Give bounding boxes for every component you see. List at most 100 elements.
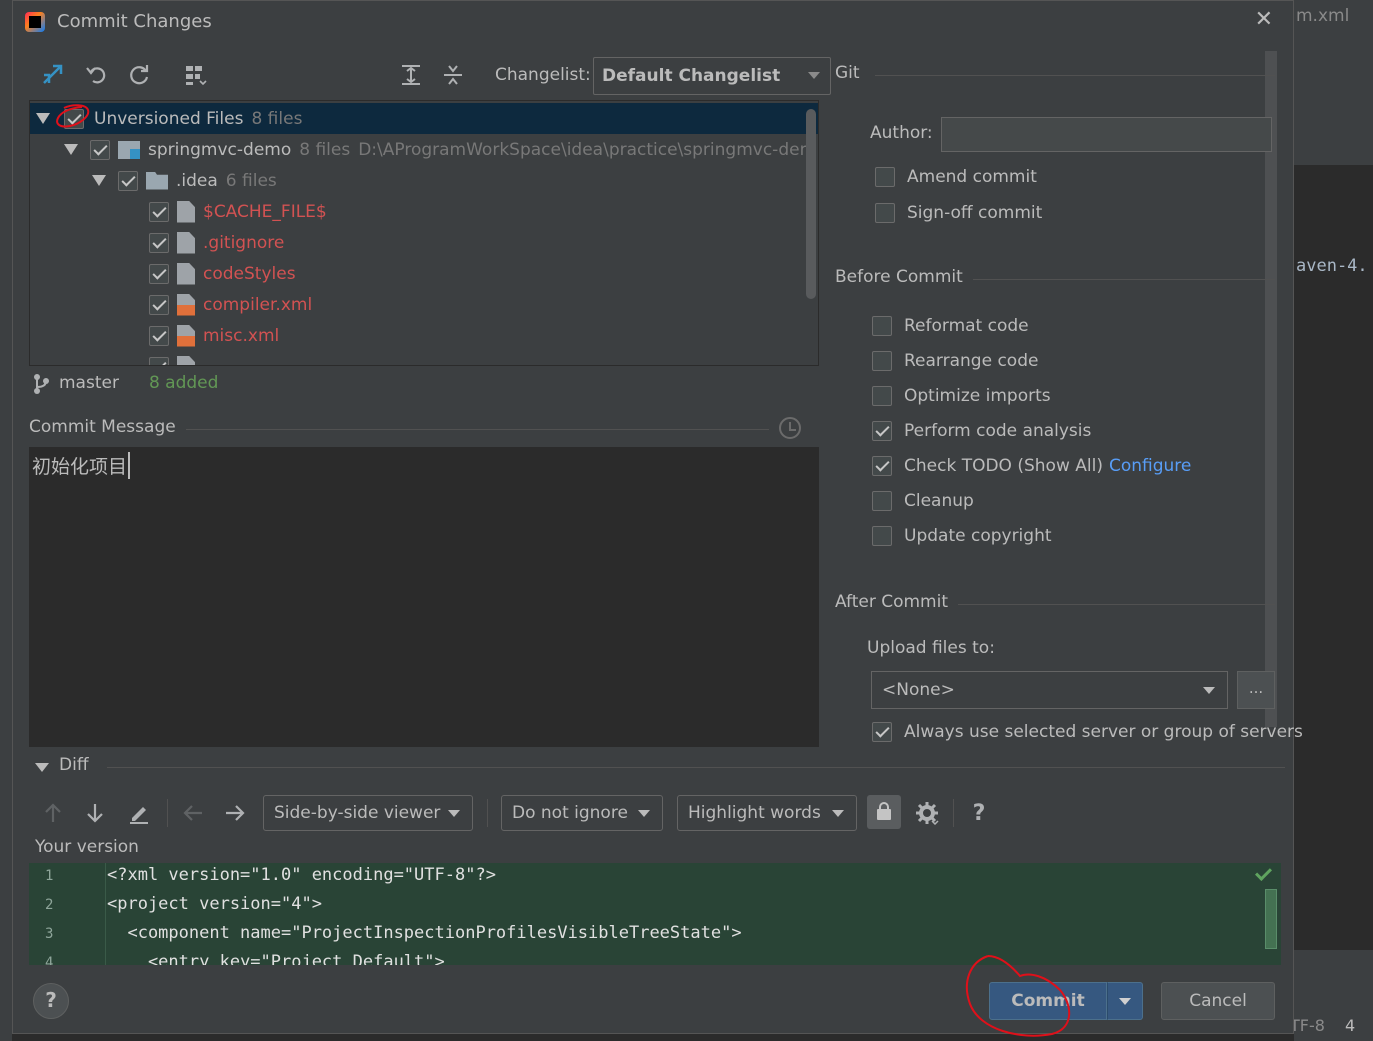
branch-icon: [33, 373, 49, 394]
tree-row-file-partial[interactable]: [30, 351, 818, 365]
amend-commit-option[interactable]: Amend commit: [875, 167, 1037, 187]
background-status-indent[interactable]: 4 sp: [1345, 1016, 1373, 1041]
amend-commit-label: Amend commit: [907, 167, 1037, 187]
update-copyright-checkbox[interactable]: [872, 526, 892, 546]
expand-all-icon[interactable]: [397, 61, 425, 89]
optimize-imports-checkbox[interactable]: [872, 386, 892, 406]
reformat-code-checkbox[interactable]: [872, 316, 892, 336]
help-button[interactable]: ?: [33, 983, 69, 1019]
file-checkbox[interactable]: [149, 263, 169, 284]
change-marker[interactable]: [1265, 889, 1277, 949]
cleanup-option[interactable]: Cleanup: [872, 491, 974, 511]
expand-triangle-icon[interactable]: [36, 113, 50, 124]
gear-icon[interactable]: [913, 799, 941, 827]
chevron-down-icon: [638, 810, 650, 817]
always-use-server-checkbox[interactable]: [872, 722, 892, 742]
diff-label: Diff: [59, 755, 89, 775]
background-editor-tab[interactable]: m.xml: [1296, 6, 1349, 26]
rearrange-code-option[interactable]: Rearrange code: [872, 351, 1038, 371]
file-checkbox[interactable]: [149, 294, 169, 315]
reformat-code-option[interactable]: Reformat code: [872, 316, 1029, 336]
changelist-dropdown[interactable]: Default Changelist: [593, 57, 831, 95]
edit-source-icon[interactable]: [125, 799, 153, 827]
code-line: <entry key="Project Default">: [107, 952, 445, 965]
signoff-commit-checkbox[interactable]: [875, 203, 895, 223]
previous-difference-icon[interactable]: [39, 799, 67, 827]
expand-triangle-icon[interactable]: [92, 175, 106, 186]
viewer-mode-value: Side-by-side viewer: [274, 803, 441, 823]
tree-file-label: compiler.xml: [203, 294, 313, 315]
history-clock-icon[interactable]: [779, 417, 801, 439]
separator: [875, 75, 1275, 76]
collapse-triangle-icon[interactable]: [35, 763, 49, 772]
close-icon[interactable]: ✕: [1255, 7, 1273, 32]
back-arrow-icon[interactable]: [179, 799, 207, 827]
next-difference-icon[interactable]: [81, 799, 109, 827]
file-checkbox[interactable]: [149, 325, 169, 346]
chevron-down-icon: [808, 72, 820, 79]
cleanup-label: Cleanup: [904, 491, 974, 511]
commit-options-dropdown[interactable]: [1107, 982, 1143, 1020]
optimize-imports-label: Optimize imports: [904, 386, 1051, 406]
code-analysis-checkbox[interactable]: [872, 421, 892, 441]
viewer-mode-dropdown[interactable]: Side-by-side viewer: [263, 795, 473, 831]
update-copyright-option[interactable]: Update copyright: [872, 526, 1052, 546]
unversioned-checkbox[interactable]: [64, 108, 84, 129]
file-checkbox[interactable]: [149, 201, 169, 222]
configure-todo-link[interactable]: Configure: [1109, 456, 1191, 476]
code-analysis-option[interactable]: Perform code analysis: [872, 421, 1091, 441]
highlight-mode-dropdown[interactable]: Highlight words: [677, 795, 857, 831]
commit-message-text[interactable]: 初始化项目: [32, 452, 131, 479]
tree-row-file[interactable]: $CACHE_FILE$: [30, 196, 818, 227]
group-by-icon[interactable]: [181, 61, 209, 89]
commit-button[interactable]: Commit: [989, 982, 1107, 1020]
signoff-commit-option[interactable]: Sign-off commit: [875, 203, 1042, 223]
ignore-whitespace-dropdown[interactable]: Do not ignore: [501, 795, 663, 831]
your-version-label: Your version: [35, 837, 139, 857]
file-checkbox[interactable]: [149, 356, 169, 365]
code-line: <component name="ProjectInspectionProfil…: [107, 923, 742, 943]
check-todo-option[interactable]: Check TODO (Show All) Configure: [872, 456, 1191, 476]
cancel-button[interactable]: Cancel: [1161, 982, 1275, 1020]
background-status-encoding[interactable]: TF-8: [1290, 1016, 1325, 1035]
optimize-imports-option[interactable]: Optimize imports: [872, 386, 1051, 406]
tree-row-idea[interactable]: .idea 6 files: [30, 165, 818, 196]
diff-help-icon[interactable]: ?: [965, 799, 993, 827]
tree-scrollbar[interactable]: [806, 109, 816, 299]
tree-row-file[interactable]: misc.xml: [30, 320, 818, 351]
code-analysis-label: Perform code analysis: [904, 421, 1092, 441]
file-checkbox[interactable]: [149, 232, 169, 253]
tree-row-file[interactable]: codeStyles: [30, 258, 818, 289]
upload-server-dropdown[interactable]: <None>: [871, 671, 1228, 709]
lock-scrolling-button[interactable]: [867, 795, 901, 829]
refresh-icon[interactable]: [125, 61, 153, 89]
expand-triangle-icon[interactable]: [64, 144, 78, 155]
idea-checkbox[interactable]: [118, 170, 138, 191]
xml-file-icon: [177, 355, 195, 365]
browse-servers-button[interactable]: ...: [1237, 671, 1275, 709]
forward-arrow-icon[interactable]: [221, 799, 249, 827]
module-checkbox[interactable]: [90, 139, 110, 160]
amend-commit-checkbox[interactable]: [875, 167, 895, 187]
changes-tree: Unversioned Files 8 files springmvc-demo…: [29, 100, 819, 366]
tree-row-unversioned[interactable]: Unversioned Files 8 files: [30, 103, 818, 134]
no-errors-check-icon: [1255, 864, 1272, 881]
line-number: 4: [45, 955, 54, 965]
always-use-server-label: Always use selected server or group of s…: [904, 722, 1303, 742]
check-todo-checkbox[interactable]: [872, 456, 892, 476]
options-scrollbar[interactable]: [1265, 51, 1277, 727]
tree-node-label: springmvc-demo: [148, 139, 292, 160]
tree-row-file[interactable]: compiler.xml: [30, 289, 818, 320]
commit-message-editor[interactable]: 初始化项目: [29, 447, 819, 747]
rollback-icon[interactable]: [83, 61, 111, 89]
tree-row-module[interactable]: springmvc-demo 8 files D:\AProgramWorkSp…: [30, 134, 818, 165]
cleanup-checkbox[interactable]: [872, 491, 892, 511]
diff-section-header[interactable]: Diff: [35, 755, 1285, 779]
always-use-server-option[interactable]: Always use selected server or group of s…: [872, 722, 1303, 742]
show-diff-icon[interactable]: [39, 61, 67, 89]
diff-code-viewer[interactable]: 1 <?xml version="1.0" encoding="UTF-8"?>…: [29, 863, 1281, 965]
tree-row-file[interactable]: .gitignore: [30, 227, 818, 258]
collapse-all-icon[interactable]: [439, 61, 467, 89]
author-input[interactable]: [941, 117, 1272, 152]
rearrange-code-checkbox[interactable]: [872, 351, 892, 371]
